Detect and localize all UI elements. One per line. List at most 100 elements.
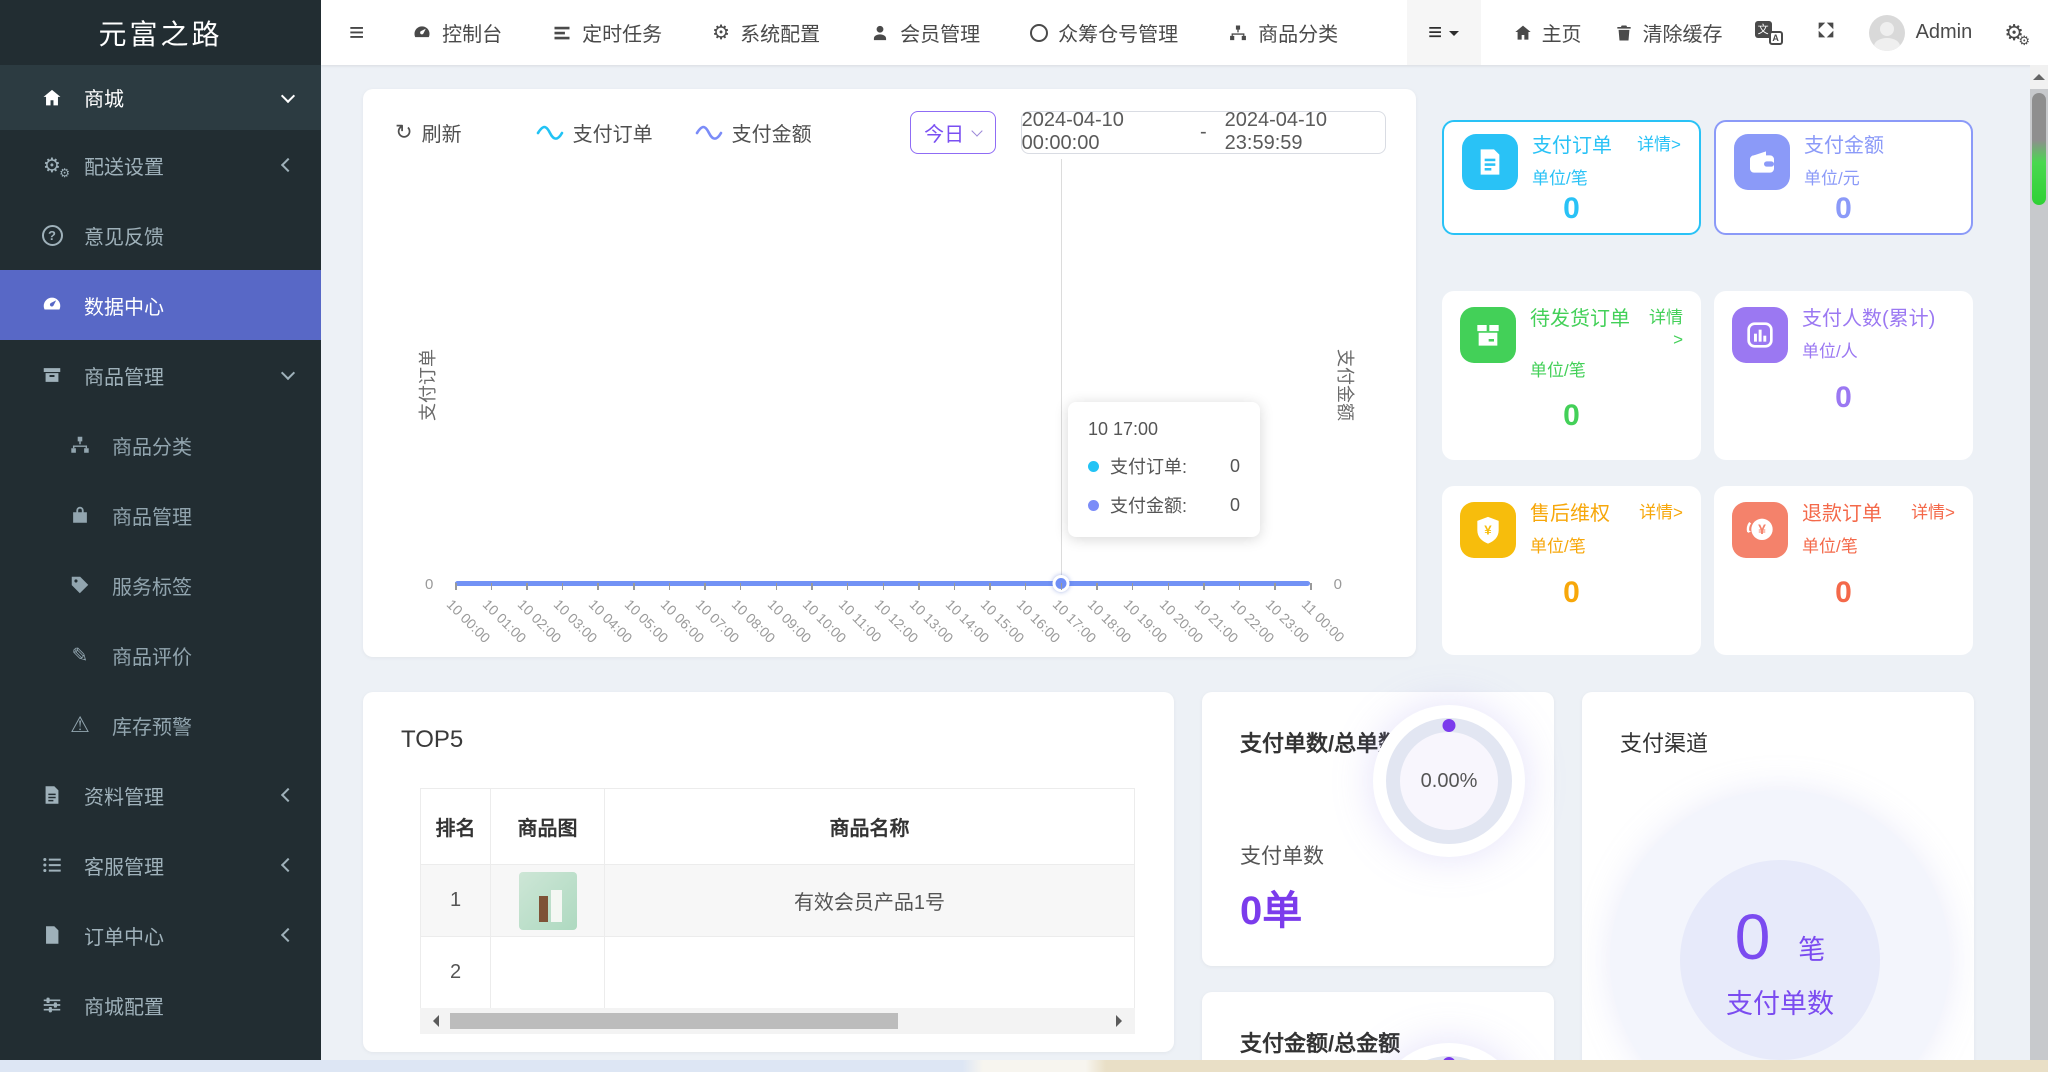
tooltip-value: 0 (1229, 494, 1240, 515)
sidebar-item-label: 商品管理 (112, 506, 192, 529)
user-menu[interactable]: Admin (1868, 14, 1972, 51)
nav-item-scheduled-tasks[interactable]: 定时任务 (552, 18, 662, 47)
sidebar-item-label: 订单中心 (84, 926, 164, 949)
date-separator: - (1199, 120, 1207, 143)
sidebar-item-feedback[interactable]: 意见反馈 (0, 200, 321, 270)
x-axis-tick (1167, 583, 1169, 590)
trash-icon (1616, 25, 1631, 40)
sidebar-item-mall[interactable]: 商城 (0, 65, 321, 130)
sidebar-item-goods-management[interactable]: 商品管理 (0, 480, 321, 550)
nav-label: 众筹仓号管理 (1058, 24, 1179, 46)
warning-triangle-icon (66, 712, 94, 738)
series-dot-icon (1088, 499, 1099, 511)
stat-detail-link[interactable]: 详情> (1639, 502, 1683, 527)
stat-unit: 单位/笔 (1532, 169, 1588, 188)
sitemap-icon (66, 434, 94, 456)
caret-down-icon (1449, 30, 1460, 41)
tooltip-row: 支付订单: 0 (1088, 453, 1240, 479)
stat-title: 售后维权 (1530, 503, 1610, 525)
sidebar-item-material-management[interactable]: 资料管理 (0, 760, 321, 830)
sidebar-item-delivery-settings[interactable]: 配送设置 (0, 130, 321, 200)
sidebar-item-product-management[interactable]: 商品管理 (0, 340, 321, 410)
scroll-left-arrow-icon[interactable] (427, 1015, 439, 1027)
vertical-scrollbar[interactable] (2030, 65, 2048, 1060)
scrollbar-thumb[interactable] (2032, 93, 2046, 205)
scroll-up-arrow-icon[interactable] (2030, 65, 2048, 89)
column-header-rank: 排名 (420, 788, 491, 865)
table-row[interactable]: 1 有效会员产品1号 (420, 864, 1135, 937)
table-row[interactable]: 2 (420, 936, 1135, 1009)
cell-name (604, 936, 1135, 1009)
chevron-down-icon (280, 365, 296, 381)
date-range-input[interactable]: 2024-04-10 00:00:00 - 2024-04-10 23:59:5… (1020, 109, 1386, 154)
sidebar-item-label: 意见反馈 (84, 226, 164, 249)
clear-cache-label: 清除缓存 (1642, 24, 1723, 46)
sidebar-item-stock-warning[interactable]: 库存预警 (0, 690, 321, 760)
nav-label: 系统配置 (740, 24, 821, 46)
date-range-select[interactable]: 今日 (909, 110, 996, 154)
stat-card-pay-orders: 支付订单 详情> 单位/笔 0 (1442, 120, 1701, 235)
stat-detail-link[interactable]: 详情> (1911, 502, 1955, 527)
wave-icon (695, 125, 722, 140)
legend-label: 支付金额 (731, 123, 812, 146)
scroll-right-arrow-icon[interactable] (1116, 1015, 1128, 1027)
sidebar-item-service-tags[interactable]: 服务标签 (0, 550, 321, 620)
sidebar-item-mall-config[interactable]: 商城配置 (0, 970, 321, 1040)
column-header-name: 商品名称 (604, 788, 1135, 865)
gauge-donut: 0.00% (1386, 718, 1512, 844)
legend-pay-amount[interactable]: 支付金额 (695, 118, 812, 147)
x-axis-tick (989, 583, 991, 590)
x-axis-tick (811, 583, 813, 590)
tooltip-value: 0 (1229, 455, 1240, 476)
language-translate-icon[interactable]: 文A (1754, 20, 1783, 45)
avatar (1868, 14, 1905, 51)
stat-card-pay-users: 支付人数(累计) 单位/人 0 (1714, 291, 1973, 460)
clear-cache-button[interactable]: 清除缓存 (1614, 18, 1723, 47)
sidebar-item-data-center[interactable]: 数据中心 (0, 270, 321, 340)
scrollbar-thumb[interactable] (450, 1013, 898, 1029)
file-text-icon (38, 784, 66, 806)
order-document-icon (1462, 134, 1518, 190)
chevron-left-icon (280, 157, 296, 173)
stat-detail-link[interactable]: 详情 > (1639, 307, 1683, 351)
x-axis-tick (455, 583, 457, 590)
nav-item-product-category[interactable]: 商品分类 (1228, 18, 1338, 47)
product-image (518, 871, 577, 930)
series-dot-icon (1088, 460, 1099, 472)
stat-detail-link[interactable]: 详情> (1637, 134, 1681, 159)
refund-coin-icon: ¥ (1732, 502, 1788, 558)
home-icon (1514, 25, 1531, 40)
nav-item-console[interactable]: 控制台 (412, 18, 502, 47)
x-axis-tick (1310, 583, 1312, 590)
gauge-label: 支付单数 (1240, 845, 1324, 868)
tooltip-label: 支付金额: (1110, 496, 1188, 516)
y-axis-left-tick: 0 (425, 576, 434, 593)
nav-item-system-config[interactable]: 系统配置 (712, 18, 820, 47)
cell-rank: 1 (420, 864, 491, 937)
home-link[interactable]: 主页 (1513, 18, 1582, 47)
sidebar-toggle-icon[interactable] (321, 17, 392, 48)
channel-unit: 笔 (1798, 934, 1826, 965)
x-axis-tick (668, 583, 671, 590)
nav-item-member-management[interactable]: 会员管理 (870, 18, 980, 47)
sidebar-item-label: 客服管理 (84, 856, 164, 879)
stat-value: 0 (1835, 381, 1852, 414)
x-axis-labels: 10 00:00 10 01:00 10 02:00 10 03:00 10 04:00… (444, 596, 1348, 666)
menu-dropdown-button[interactable] (1406, 0, 1481, 65)
sidebar-item-product-reviews[interactable]: 商品评价 (0, 620, 321, 690)
x-axis-tick (1203, 583, 1205, 590)
refresh-button[interactable]: 刷新 (395, 118, 462, 147)
x-axis-tick (1096, 583, 1098, 590)
horizontal-scrollbar[interactable] (420, 1008, 1135, 1034)
stat-title: 待发货订单 (1530, 308, 1630, 330)
fullscreen-icon[interactable] (1815, 19, 1837, 46)
settings-gears-icon[interactable] (2004, 20, 2030, 49)
sidebar-item-product-category[interactable]: 商品分类 (0, 410, 321, 480)
legend-label: 支付订单 (572, 123, 653, 146)
nav-item-crowdfunding[interactable]: 众筹仓号管理 (1030, 18, 1178, 47)
sidebar-item-customer-service[interactable]: 客服管理 (0, 830, 321, 900)
y-axis-left-name: 支付订单 (418, 348, 438, 421)
sidebar-item-order-center[interactable]: 订单中心 (0, 900, 321, 970)
svg-text:¥: ¥ (1484, 523, 1492, 538)
legend-pay-orders[interactable]: 支付订单 (536, 118, 653, 147)
